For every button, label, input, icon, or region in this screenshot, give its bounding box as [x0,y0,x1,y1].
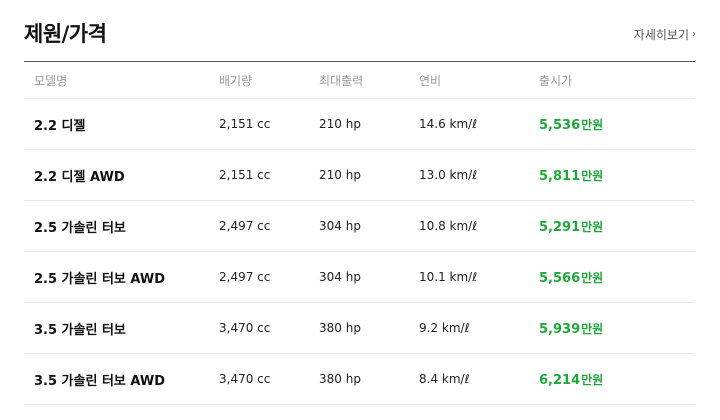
table-row[interactable]: 2.2 디젤 AWD 2,151 cc 210 hp 13.0 km/ℓ 5,8… [24,150,695,201]
price-number: 6,214 [539,372,581,388]
model-name[interactable]: 3.5 가솔린 터보 [24,319,219,338]
efficiency-value: 9.2 km/ℓ [419,321,470,335]
model-name[interactable]: 2.2 디젤 [24,115,219,134]
price-unit: 만원 [581,372,604,387]
efficiency-value: 14.6 km/ℓ [419,117,478,131]
price-value: 5,536만원 [539,116,695,133]
efficiency-value: 8.4 km/ℓ [419,372,470,386]
power-value: 304 hp [319,219,361,233]
price-unit: 만원 [581,168,604,183]
power-value: 210 hp [319,168,361,182]
displacement-value: 3,470 cc [219,372,271,386]
power-value: 380 hp [319,321,361,335]
price-unit: 만원 [581,321,604,336]
price-unit: 만원 [581,219,604,234]
power-value: 210 hp [319,117,361,131]
model-name[interactable]: 2.5 가솔린 터보 AWD [24,268,219,287]
table-row[interactable]: 2.5 가솔린 터보 AWD 2,497 cc 304 hp 10.1 km/ℓ… [24,252,695,303]
price-value: 5,291만원 [539,218,695,235]
section-header: 제원/가격 자세히보기 › [24,18,696,48]
displacement-value: 2,497 cc [219,270,271,284]
table-row[interactable]: 2.5 가솔린 터보 2,497 cc 304 hp 10.8 km/ℓ 5,2… [24,201,695,252]
table-row[interactable]: 3.5 가솔린 터보 AWD 3,470 cc 380 hp 8.4 km/ℓ … [24,354,695,405]
power-value: 304 hp [319,270,361,284]
price-unit: 만원 [581,117,604,132]
price-value: 5,566만원 [539,269,695,286]
price-number: 5,939 [539,321,581,337]
efficiency-value: 10.1 km/ℓ [419,270,478,284]
chevron-right-icon: › [692,29,696,40]
price-number: 5,811 [539,168,581,184]
price-number: 5,536 [539,117,581,133]
table-row[interactable]: 2.2 디젤 2,151 cc 210 hp 14.6 km/ℓ 5,536만원 [24,99,695,150]
price-number: 5,566 [539,270,581,286]
efficiency-value: 10.8 km/ℓ [419,219,478,233]
price-value: 6,214만원 [539,371,695,388]
displacement-value: 2,151 cc [219,117,271,131]
column-header-efficiency: 연비 [419,73,442,88]
table-header-row: 모델명 배기량 최대출력 연비 출시가 [24,62,695,99]
price-value: 5,811만원 [539,167,695,184]
displacement-value: 2,151 cc [219,168,271,182]
power-value: 380 hp [319,372,361,386]
model-name[interactable]: 3.5 가솔린 터보 AWD [24,370,219,389]
column-header-model: 모델명 [34,73,68,88]
column-header-price: 출시가 [539,73,573,88]
spec-price-table: 모델명 배기량 최대출력 연비 출시가 2.2 디젤 2,151 cc 210 … [24,61,695,405]
section-title: 제원/가격 [24,22,107,46]
column-header-displacement: 배기량 [219,73,253,88]
model-name[interactable]: 2.5 가솔린 터보 [24,217,219,236]
column-header-power: 최대출력 [319,73,364,88]
table-row[interactable]: 3.5 가솔린 터보 3,470 cc 380 hp 9.2 km/ℓ 5,93… [24,303,695,354]
price-value: 5,939만원 [539,320,695,337]
more-link-label: 자세히보기 [633,28,689,42]
price-unit: 만원 [581,270,604,285]
displacement-value: 3,470 cc [219,321,271,335]
displacement-value: 2,497 cc [219,219,271,233]
efficiency-value: 13.0 km/ℓ [419,168,478,182]
model-name[interactable]: 2.2 디젤 AWD [24,166,219,185]
more-link[interactable]: 자세히보기 › [634,26,696,43]
price-number: 5,291 [539,219,581,235]
